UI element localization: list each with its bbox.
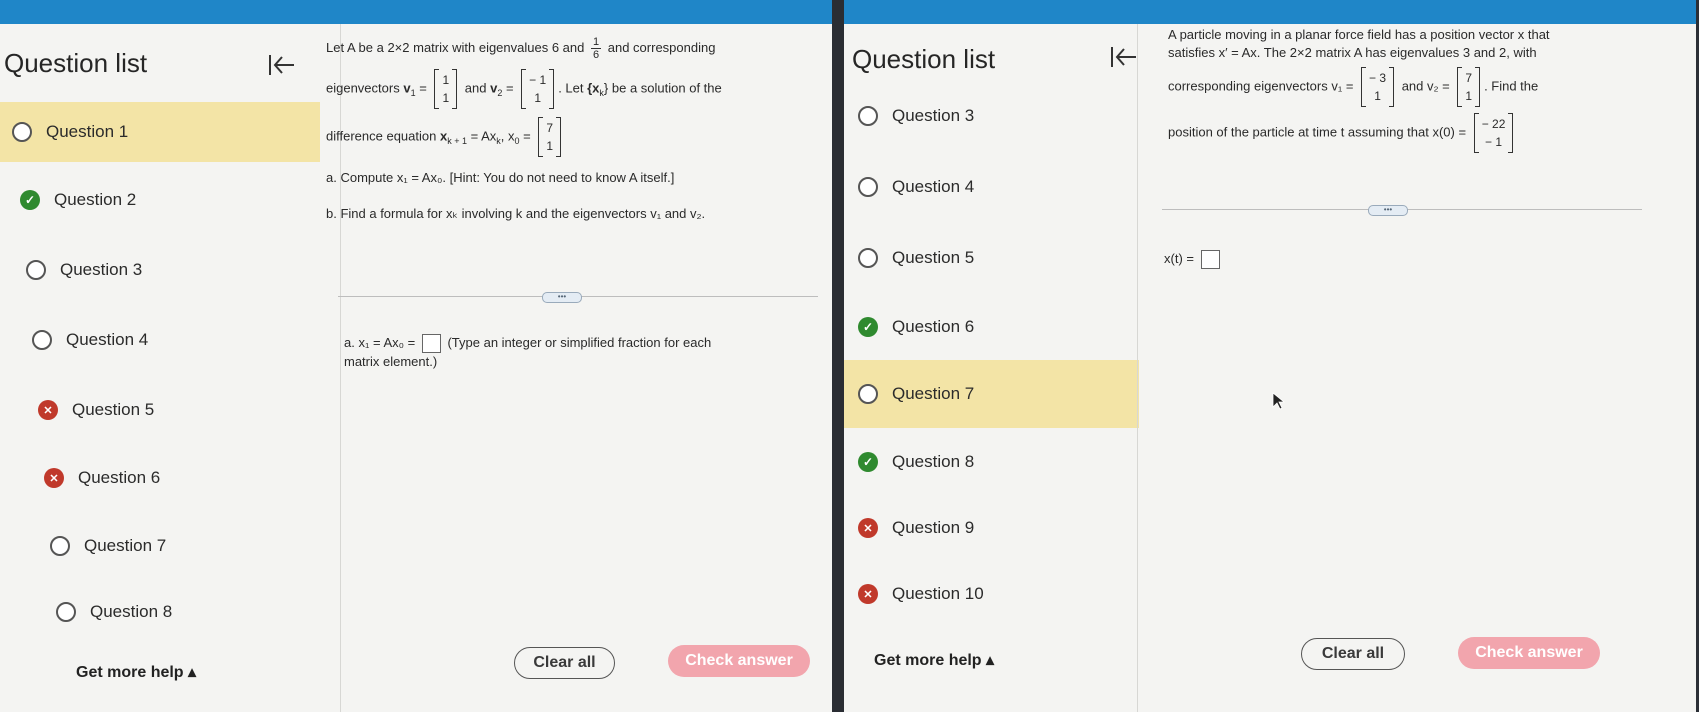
answer-input[interactable] bbox=[421, 334, 441, 354]
question-label: Question 8 bbox=[90, 602, 173, 621]
question-text: Let A be a 2×2 matrix with eigenvalues 6… bbox=[326, 36, 816, 222]
status-open-icon bbox=[858, 248, 878, 268]
answer-area: x(t) = bbox=[1164, 250, 1223, 270]
get-more-help-button[interactable]: Get more help ▴ bbox=[76, 662, 196, 682]
status-open-icon bbox=[26, 260, 46, 280]
status-incorrect-icon: ✕ bbox=[858, 518, 878, 538]
status-open-icon bbox=[12, 122, 32, 142]
top-bar bbox=[0, 0, 832, 24]
status-open-icon bbox=[858, 384, 878, 404]
clear-all-button[interactable]: Clear all bbox=[514, 647, 615, 679]
question-item[interactable]: Question 1 bbox=[0, 102, 320, 162]
question-label: Question 5 bbox=[72, 400, 155, 419]
question-label: Question 7 bbox=[892, 384, 975, 403]
question-item[interactable]: Question 3 bbox=[844, 86, 1139, 146]
top-bar bbox=[844, 0, 1696, 24]
matrix: − 22− 1 bbox=[1473, 113, 1514, 154]
matrix: − 11 bbox=[521, 69, 555, 110]
matrix: − 31 bbox=[1361, 67, 1395, 108]
question-item[interactable]: ✕ Question 5 bbox=[0, 380, 320, 440]
screen-gap bbox=[832, 0, 844, 712]
status-open-icon bbox=[858, 177, 878, 197]
panel-divider bbox=[1137, 24, 1138, 712]
question-item[interactable]: Question 5 bbox=[844, 228, 1139, 288]
status-correct-icon: ✓ bbox=[20, 190, 40, 210]
matrix: 11 bbox=[434, 69, 458, 110]
question-label: Question 3 bbox=[892, 106, 975, 125]
question-label: Question 7 bbox=[84, 536, 167, 555]
status-incorrect-icon: ✕ bbox=[38, 400, 58, 420]
question-label: Question 2 bbox=[54, 190, 137, 209]
question-item[interactable]: ✕ Question 9 bbox=[844, 498, 1139, 558]
status-correct-icon: ✓ bbox=[858, 317, 878, 337]
status-open-icon bbox=[858, 106, 878, 126]
question-item[interactable]: ✓ Question 8 bbox=[844, 432, 1139, 492]
status-incorrect-icon: ✕ bbox=[858, 584, 878, 604]
collapse-left-icon[interactable] bbox=[1108, 42, 1138, 72]
question-item[interactable]: ✕ Question 6 bbox=[0, 448, 320, 508]
question-item[interactable]: Question 4 bbox=[844, 157, 1139, 217]
question-item[interactable]: ✓ Question 6 bbox=[844, 297, 1139, 357]
problem-line-3: difference equation xk + 1 = Axk, x0 = 7… bbox=[326, 117, 816, 158]
more-icon[interactable]: ••• bbox=[542, 292, 582, 303]
problem-line-1: Let A be a 2×2 matrix with eigenvalues 6… bbox=[326, 36, 716, 62]
question-label: Question 9 bbox=[892, 518, 975, 537]
status-open-icon bbox=[56, 602, 76, 622]
question-item[interactable]: Question 7 bbox=[844, 360, 1139, 428]
question-list-panel: Question list Question 3 Question 4 Ques… bbox=[844, 24, 1139, 712]
question-label: Question 3 bbox=[60, 260, 143, 279]
question-item[interactable]: Question 8 bbox=[0, 582, 320, 642]
question-list-title: Question list bbox=[4, 48, 148, 78]
question-item[interactable]: Question 4 bbox=[0, 310, 320, 370]
status-open-icon bbox=[50, 536, 70, 556]
get-more-help-button[interactable]: Get more help ▴ bbox=[874, 650, 994, 670]
question-label: Question 10 bbox=[892, 584, 984, 603]
part-a-text: a. Compute x₁ = Ax₀. [Hint: You do not n… bbox=[326, 170, 675, 186]
status-correct-icon: ✓ bbox=[858, 452, 878, 472]
left-screen: Question list Question 1 ✓ Question 2 Qu… bbox=[0, 0, 832, 712]
question-label: Question 4 bbox=[66, 330, 149, 349]
problem-line-4: position of the particle at time t assum… bbox=[1168, 113, 1638, 154]
question-text: A particle moving in a planar force fiel… bbox=[1168, 26, 1638, 154]
mouse-cursor-icon bbox=[1272, 392, 1286, 410]
problem-line-2: eigenvectors v1 = 11 and v2 = − 11. Let … bbox=[326, 69, 816, 110]
answer-input[interactable] bbox=[1200, 250, 1220, 270]
check-answer-button[interactable]: Check answer bbox=[1458, 637, 1600, 669]
right-screen: Question list Question 3 Question 4 Ques… bbox=[844, 0, 1696, 712]
question-item[interactable]: Question 7 bbox=[0, 516, 320, 576]
question-label: Question 5 bbox=[892, 248, 975, 267]
answer-area: a. x₁ = Ax₀ = (Type an integer or simpli… bbox=[344, 334, 712, 370]
question-item[interactable]: Question 3 bbox=[0, 240, 320, 300]
fraction: 16 bbox=[591, 36, 602, 62]
problem-line-3: corresponding eigenvectors v₁ = − 31 and… bbox=[1168, 67, 1638, 108]
status-open-icon bbox=[32, 330, 52, 350]
clear-all-button[interactable]: Clear all bbox=[1301, 638, 1405, 670]
question-label: Question 8 bbox=[892, 452, 975, 471]
part-b-text: b. Find a formula for xₖ involving k and… bbox=[326, 205, 706, 221]
collapse-left-icon[interactable] bbox=[266, 50, 296, 80]
question-item[interactable]: ✓ Question 2 bbox=[0, 170, 320, 230]
matrix: 71 bbox=[1457, 67, 1481, 108]
question-list-panel: Question list Question 1 ✓ Question 2 Qu… bbox=[0, 24, 320, 712]
question-label: Question 4 bbox=[892, 177, 975, 196]
question-label: Question 1 bbox=[46, 122, 129, 141]
question-list-title: Question list bbox=[852, 44, 996, 74]
question-label: Question 6 bbox=[892, 317, 975, 336]
question-item[interactable]: ✕ Question 10 bbox=[844, 564, 1139, 624]
more-icon[interactable]: ••• bbox=[1368, 205, 1408, 216]
check-answer-button[interactable]: Check answer bbox=[668, 645, 810, 677]
matrix: 71 bbox=[538, 117, 562, 158]
question-label: Question 6 bbox=[78, 468, 161, 487]
status-incorrect-icon: ✕ bbox=[44, 468, 64, 488]
